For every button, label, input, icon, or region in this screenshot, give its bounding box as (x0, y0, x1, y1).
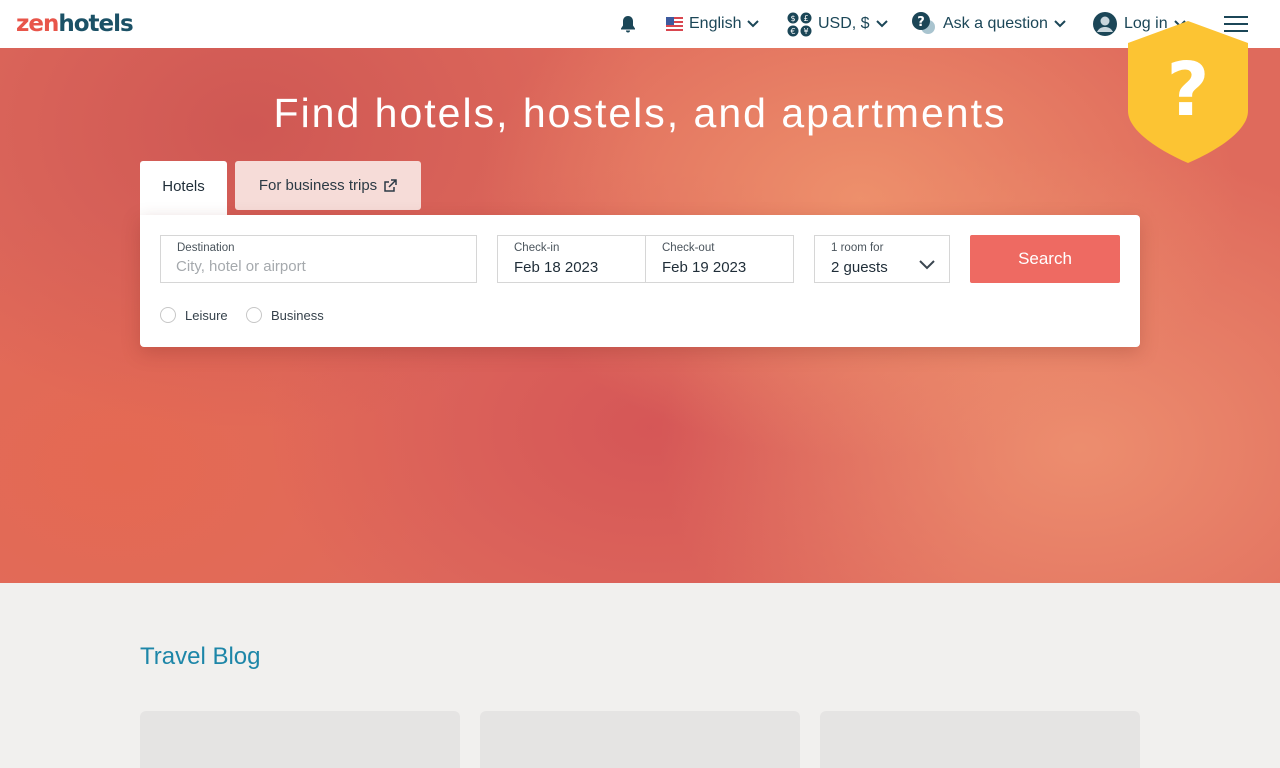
chevron-down-icon (919, 260, 935, 270)
bell-icon (621, 16, 635, 33)
guests-label: 1 room for (831, 242, 884, 254)
hero-title: Find hotels, hostels, and apartments (273, 90, 1007, 136)
search-form: Destination Check-in Feb 18 2023 Check-o… (140, 215, 1140, 347)
business-radio[interactable]: Business (246, 307, 324, 323)
checkout-field[interactable]: Check-out Feb 19 2023 (645, 235, 794, 283)
hero-section: Find hotels, hostels, and apartments Hot… (0, 48, 1280, 583)
leisure-radio-circle[interactable] (160, 307, 176, 323)
notifications-button[interactable] (618, 0, 638, 48)
help-chat-icon: ? (912, 12, 935, 34)
top-bar: zenhotels English $ £ € ¥ USD, $ ? Ask a… (0, 0, 1280, 48)
chevron-down-icon (747, 20, 760, 28)
currency-label: USD, $ (818, 15, 870, 32)
tab-hotels[interactable]: Hotels (140, 161, 227, 217)
ask-question-label: Ask a question (943, 15, 1048, 32)
external-link-icon (384, 178, 397, 192)
tab-business-trips[interactable]: For business trips (235, 161, 421, 210)
checkin-value: Feb 18 2023 (514, 259, 599, 276)
chevron-down-icon (1054, 20, 1066, 28)
language-label: English (689, 15, 742, 32)
checkout-value: Feb 19 2023 (662, 259, 747, 276)
destination-label: Destination (177, 242, 235, 254)
chevron-down-icon (875, 20, 888, 28)
tab-hotels-label: Hotels (162, 178, 205, 195)
shield-question-icon[interactable]: ? (1126, 19, 1250, 165)
logo[interactable]: zenhotels (16, 9, 134, 39)
language-selector[interactable]: English (666, 0, 760, 48)
travel-blog-heading: Travel Blog (140, 643, 261, 670)
currency-icon: $ £ € ¥ (787, 12, 812, 36)
svg-text:$: $ (790, 14, 795, 23)
svg-text:?: ? (917, 15, 925, 30)
svg-text:£: £ (803, 14, 808, 23)
svg-text:€: € (790, 27, 795, 36)
us-flag-icon (666, 17, 683, 31)
search-button[interactable]: Search (970, 235, 1120, 283)
guests-selector[interactable]: 1 room for 2 guests (814, 235, 950, 283)
business-radio-circle[interactable] (246, 307, 262, 323)
destination-field[interactable]: Destination (160, 235, 477, 283)
svg-text:¥: ¥ (803, 27, 808, 36)
blog-card-placeholder[interactable] (820, 711, 1140, 768)
ask-question-menu[interactable]: ? Ask a question (911, 0, 1066, 48)
checkout-label: Check-out (662, 242, 715, 254)
leisure-label: Leisure (185, 307, 228, 323)
user-avatar-icon (1093, 12, 1117, 36)
currency-selector[interactable]: $ £ € ¥ USD, $ (787, 0, 888, 48)
blog-card-placeholder[interactable] (140, 711, 460, 768)
leisure-radio[interactable]: Leisure (160, 307, 228, 323)
guests-value: 2 guests (831, 259, 888, 276)
business-label: Business (271, 307, 324, 323)
tab-business-label: For business trips (258, 177, 378, 194)
svg-text:?: ? (1167, 47, 1210, 133)
checkin-field[interactable]: Check-in Feb 18 2023 (497, 235, 646, 283)
blog-card-placeholder[interactable] (480, 711, 800, 768)
logo-hotels: hotels (58, 11, 133, 37)
logo-zen: zen (16, 11, 59, 37)
checkin-label: Check-in (514, 242, 560, 254)
destination-input[interactable] (176, 258, 456, 275)
